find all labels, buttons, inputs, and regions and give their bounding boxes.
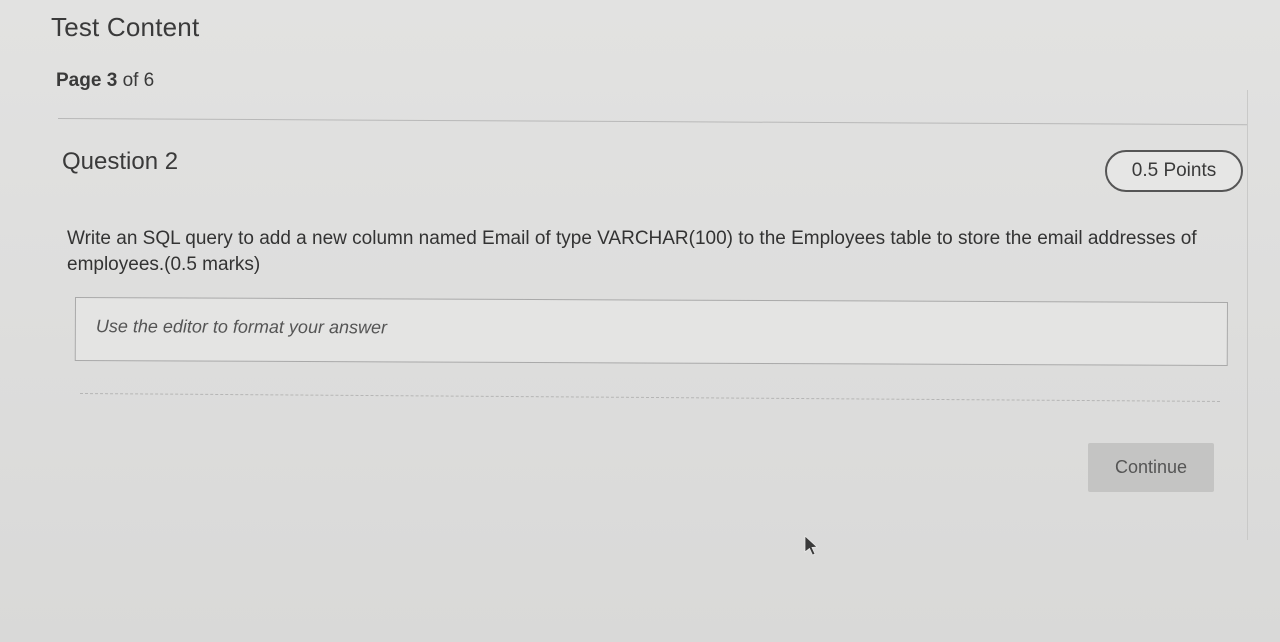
answer-editor[interactable]: Use the editor to format your answer	[74, 297, 1228, 367]
header-divider	[57, 118, 1248, 126]
test-page: Test Content Page 3 of 6 Question 2 0.5 …	[0, 0, 1280, 642]
page-total-text: of 6	[122, 70, 155, 91]
page-label-text: Page	[56, 70, 102, 91]
continue-button[interactable]: Continue	[1088, 443, 1214, 492]
page-indicator: Page 3 of 6	[56, 70, 154, 92]
answer-divider	[79, 393, 1220, 402]
points-badge-text: 0.5 Points	[1131, 160, 1217, 181]
answer-placeholder: Use the editor to format your answer	[95, 316, 388, 338]
page-indicator-label: Page 3	[56, 70, 117, 91]
question-heading: Question 2	[62, 148, 179, 175]
points-badge: 0.5 Points	[1105, 150, 1243, 192]
mouse-pointer-icon	[804, 535, 818, 556]
test-title: Test Content	[51, 12, 200, 42]
page-current-number: 3	[106, 70, 118, 91]
question-text: Write an SQL query to add a new column n…	[67, 228, 1197, 275]
content-right-border	[1247, 90, 1248, 540]
